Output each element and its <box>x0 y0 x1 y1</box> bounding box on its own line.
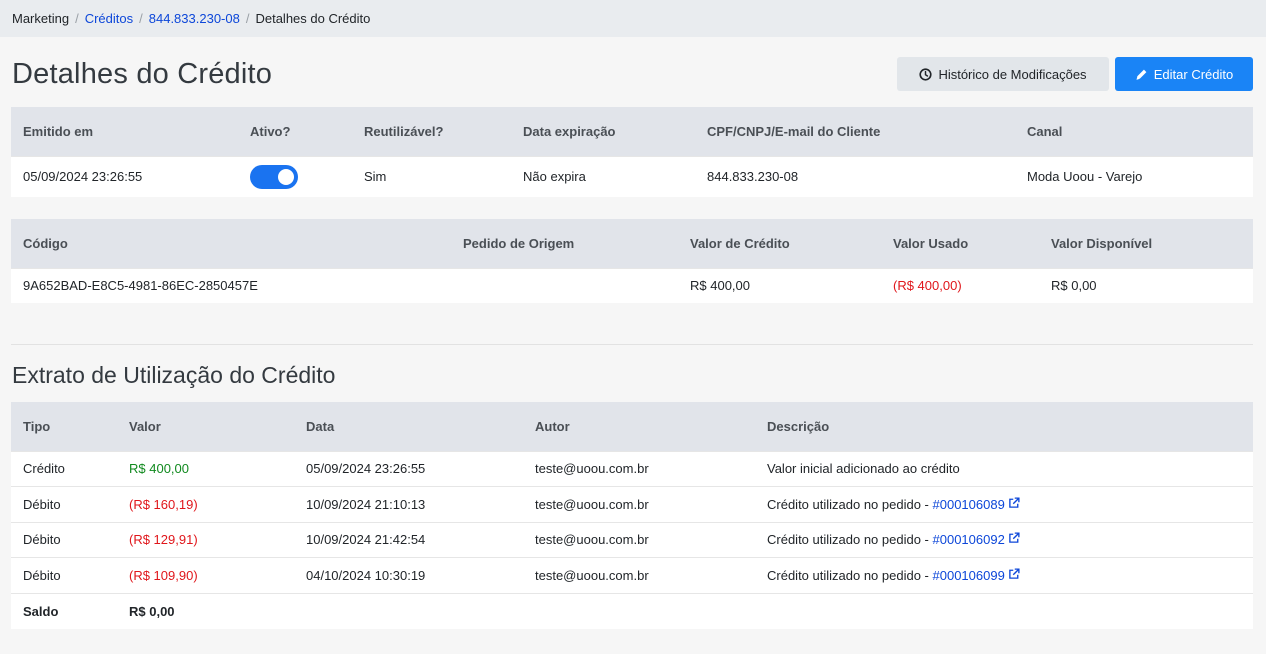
row-value: (R$ 109,90) <box>117 557 294 593</box>
code-value: 9A652BAD-E8C5-4981-86EC-2850457E <box>11 267 451 303</box>
statement-title: Extrato de Utilização do Crédito <box>12 362 336 388</box>
pencil-icon <box>1135 68 1148 81</box>
breadcrumb: Marketing / Créditos / 844.833.230-08 / … <box>0 0 1266 37</box>
empty-cell <box>755 592 1253 629</box>
row-value: R$ 400,00 <box>117 450 294 487</box>
balance-row: Saldo R$ 0,00 <box>11 592 1253 629</box>
active-toggle[interactable] <box>250 164 298 189</box>
table-header-row: Código Pedido de Origem Valor de Crédito… <box>11 219 1253 268</box>
table-row: Débito (R$ 129,91) 10/09/2024 21:42:54 t… <box>11 521 1253 558</box>
col-issued-at: Emitido em <box>11 107 238 156</box>
col-date: Data <box>294 402 523 451</box>
row-value: (R$ 160,19) <box>117 486 294 522</box>
row-date: 04/10/2024 10:30:19 <box>294 557 523 593</box>
page-header: Detalhes do Crédito Histórico de Modific… <box>12 55 1253 93</box>
breadcrumb-marketing: Marketing <box>12 11 70 26</box>
row-type: Débito <box>11 486 117 522</box>
section-divider <box>11 344 1253 345</box>
row-author: teste@uoou.com.br <box>523 557 755 593</box>
edit-credit-button[interactable]: Editar Crédito <box>1115 57 1253 91</box>
col-channel: Canal <box>1015 107 1253 156</box>
breadcrumb-separator: / <box>75 11 79 26</box>
table-row: Crédito R$ 400,00 05/09/2024 23:26:55 te… <box>11 450 1253 487</box>
row-type: Crédito <box>11 450 117 487</box>
statement-table: Tipo Valor Data Autor Descrição Crédito … <box>11 402 1253 629</box>
external-link-icon <box>1009 568 1020 579</box>
order-number: #000106099 <box>932 567 1005 583</box>
table-row: Débito (R$ 109,90) 04/10/2024 10:30:19 t… <box>11 557 1253 593</box>
row-author: teste@uoou.com.br <box>523 521 755 558</box>
order-link[interactable]: #000106099 <box>933 568 1021 583</box>
row-description: Crédito utilizado no pedido - <box>767 567 933 583</box>
row-date: 05/09/2024 23:26:55 <box>294 450 523 487</box>
available-value: R$ 0,00 <box>1039 267 1253 303</box>
row-description-cell: Crédito utilizado no pedido - #000106092 <box>755 521 1253 558</box>
balance-value: R$ 0,00 <box>117 592 294 629</box>
row-author: teste@uoou.com.br <box>523 486 755 522</box>
external-link-icon <box>1009 497 1020 508</box>
credit-summary-table: Emitido em Ativo? Reutilizável? Data exp… <box>11 107 1253 197</box>
active-cell <box>238 155 352 197</box>
history-button[interactable]: Histórico de Modificações <box>897 57 1109 91</box>
order-link[interactable]: #000106092 <box>933 532 1021 547</box>
table-header-row: Emitido em Ativo? Reutilizável? Data exp… <box>11 107 1253 156</box>
header-actions: Histórico de Modificações Editar Crédito <box>897 57 1253 91</box>
row-description: Crédito utilizado no pedido - <box>767 532 933 548</box>
credit-values-table: Código Pedido de Origem Valor de Crédito… <box>11 219 1253 303</box>
col-used-value: Valor Usado <box>881 219 1039 268</box>
breadcrumb-creditos-link[interactable]: Créditos <box>85 11 133 26</box>
table-header-row: Tipo Valor Data Autor Descrição <box>11 402 1253 451</box>
col-value: Valor <box>117 402 294 451</box>
col-description: Descrição <box>755 402 1253 451</box>
row-date: 10/09/2024 21:42:54 <box>294 521 523 558</box>
col-available-value: Valor Disponível <box>1039 219 1253 268</box>
expiration-value: Não expira <box>511 155 695 197</box>
issued-at-value: 05/09/2024 23:26:55 <box>11 155 238 197</box>
col-author: Autor <box>523 402 755 451</box>
col-active: Ativo? <box>238 107 352 156</box>
table-row: 9A652BAD-E8C5-4981-86EC-2850457E R$ 400,… <box>11 267 1253 303</box>
row-type: Débito <box>11 521 117 558</box>
row-value: (R$ 129,91) <box>117 521 294 558</box>
order-number: #000106089 <box>932 496 1005 512</box>
col-customer: CPF/CNPJ/E-mail do Cliente <box>695 107 1015 156</box>
col-expiration: Data expiração <box>511 107 695 156</box>
balance-label: Saldo <box>11 592 117 629</box>
breadcrumb-separator: / <box>245 11 250 26</box>
history-button-label: Histórico de Modificações <box>938 66 1087 82</box>
col-type: Tipo <box>11 402 117 451</box>
order-link[interactable]: #000106089 <box>933 497 1021 512</box>
row-description: Valor inicial adicionado ao crédito <box>755 450 1253 487</box>
row-description: Crédito utilizado no pedido - <box>767 496 933 512</box>
customer-value: 844.833.230-08 <box>695 155 1015 197</box>
breadcrumb-customer-link[interactable]: 844.833.230-08 <box>149 11 240 26</box>
origin-order-value <box>451 267 678 303</box>
col-origin-order: Pedido de Origem <box>451 219 678 268</box>
row-author: teste@uoou.com.br <box>523 450 755 487</box>
empty-cell <box>294 592 523 629</box>
col-reusable: Reutilizável? <box>352 107 511 156</box>
external-link-icon <box>1009 532 1020 544</box>
clock-icon <box>919 67 933 81</box>
table-row: 05/09/2024 23:26:55 Sim Não expira 844.8… <box>11 155 1253 197</box>
credit-value: R$ 400,00 <box>678 267 881 303</box>
used-value: (R$ 400,00) <box>881 267 1039 303</box>
row-description-cell: Crédito utilizado no pedido - #000106099 <box>755 557 1253 593</box>
col-credit-value: Valor de Crédito <box>678 219 881 268</box>
edit-credit-button-label: Editar Crédito <box>1153 66 1234 82</box>
row-description-cell: Crédito utilizado no pedido - #000106089 <box>755 486 1253 522</box>
table-row: Débito (R$ 160,19) 10/09/2024 21:10:13 t… <box>11 486 1253 522</box>
row-date: 10/09/2024 21:10:13 <box>294 486 523 522</box>
empty-cell <box>523 592 755 629</box>
breadcrumb-separator: / <box>139 11 143 26</box>
row-type: Débito <box>11 557 117 593</box>
breadcrumb-current: Detalhes do Crédito <box>255 11 371 26</box>
page-title: Detalhes do Crédito <box>12 57 273 90</box>
channel-value: Moda Uoou - Varejo <box>1015 155 1253 197</box>
order-number: #000106092 <box>932 532 1005 548</box>
reusable-value: Sim <box>352 155 511 197</box>
col-code: Código <box>11 219 451 268</box>
